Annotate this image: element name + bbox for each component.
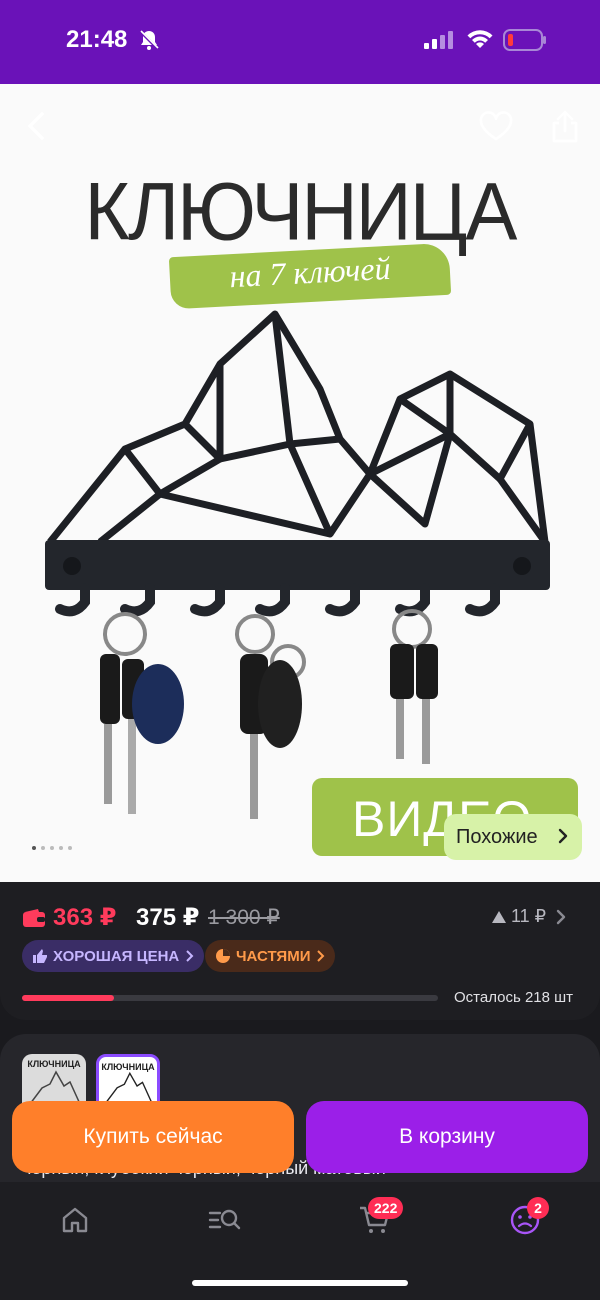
pagination-dot: [32, 846, 36, 850]
wallet-icon: [23, 909, 45, 927]
gallery-pagination: [32, 846, 72, 850]
price-card: 363 ₽ 375 ₽ 1 300 ₽ 11 ₽ ХОРОШАЯ ЦЕНА ЧА…: [0, 882, 600, 1020]
back-button[interactable]: [14, 104, 58, 148]
regular-price: 375 ₽: [136, 904, 200, 931]
add-to-cart-button[interactable]: В корзину: [306, 1101, 588, 1173]
catalog-search-icon: [208, 1209, 241, 1230]
hero-title: КЛЮЧНИЦА: [84, 164, 518, 258]
good-price-label: ХОРОШАЯ ЦЕНА: [53, 947, 180, 965]
pagination-dot: [68, 846, 72, 850]
wallet-price: 363 ₽: [53, 904, 117, 931]
price-change-value: 11 ₽: [511, 906, 547, 926]
pagination-dot: [41, 846, 45, 850]
triangle-up-icon: [492, 910, 506, 923]
bell-muted-icon: [138, 29, 160, 56]
share-icon: [552, 110, 578, 143]
chevron-right-icon: [317, 950, 325, 962]
status-time: 21:48: [66, 26, 128, 53]
similar-label: Похожие: [456, 825, 538, 848]
variant-thumbnail-text: КЛЮЧНИЦА: [101, 1062, 155, 1072]
tab-catalog[interactable]: [205, 1200, 245, 1240]
share-button[interactable]: [543, 104, 587, 148]
pie-chart-icon: [216, 949, 230, 963]
cellular-signal-icon: [424, 30, 454, 55]
wifi-icon: [466, 28, 494, 55]
similar-products-button[interactable]: Похожие: [444, 814, 582, 860]
stock-remaining: Осталось 218 шт: [454, 989, 574, 1006]
chevron-right-icon[interactable]: [554, 907, 568, 927]
price-change[interactable]: 11 ₽: [491, 906, 546, 927]
status-bar: 21:48: [0, 0, 600, 84]
installments-label: ЧАСТЯМИ: [236, 947, 311, 965]
home-indicator: [192, 1280, 408, 1286]
chevron-right-icon: [186, 950, 194, 962]
favorite-button[interactable]: [474, 104, 518, 148]
stock-progress-bar: [22, 995, 438, 1001]
profile-count-badge: 2: [527, 1197, 549, 1219]
stock-progress-fill: [22, 995, 114, 1001]
chevron-right-icon: [558, 828, 567, 844]
pagination-dot: [59, 846, 63, 850]
buy-now-button[interactable]: Купить сейчас: [12, 1101, 294, 1173]
good-price-badge[interactable]: ХОРОШАЯ ЦЕНА: [22, 940, 205, 972]
pagination-dot: [50, 846, 54, 850]
old-price: 1 300 ₽: [208, 906, 280, 929]
key-holder-illustration: [45, 310, 550, 819]
installments-badge[interactable]: ЧАСТЯМИ: [205, 940, 336, 972]
product-image-gallery[interactable]: КЛЮЧНИЦА на 7 ключей ВИДЕО Похожие: [0, 84, 600, 882]
variant-thumbnail-text: КЛЮЧНИЦА: [27, 1059, 81, 1069]
thumbs-up-icon: [33, 949, 47, 963]
tab-home[interactable]: [55, 1200, 95, 1240]
chevron-left-icon: [28, 112, 44, 140]
battery-low-icon: [503, 29, 547, 56]
home-icon: [62, 1207, 88, 1233]
heart-icon: [479, 111, 513, 141]
cart-count-badge: 222: [368, 1197, 404, 1219]
